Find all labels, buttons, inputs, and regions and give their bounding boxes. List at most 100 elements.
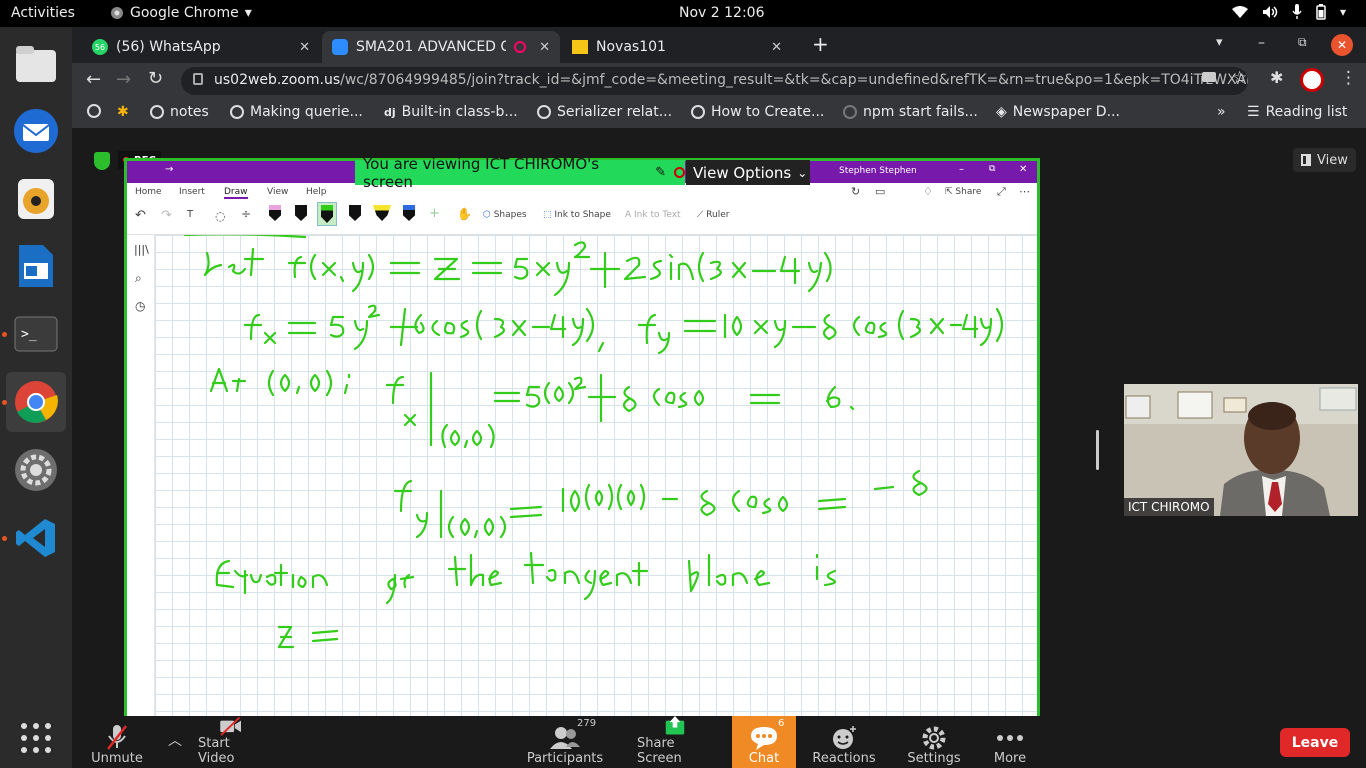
highlighter-yellow-icon[interactable] — [373, 205, 391, 221]
camera-icon[interactable] — [1202, 72, 1216, 82]
ink-to-shape-button[interactable]: ⬚ Ink to Shape — [543, 210, 611, 220]
bookmark-item[interactable]: dj Built-in class-b... — [384, 104, 518, 120]
system-tray[interactable]: ▾ — [1231, 4, 1346, 20]
bookmark-item[interactable]: Making querie... — [230, 104, 363, 120]
pen-black-icon[interactable] — [269, 205, 281, 221]
close-icon[interactable]: ✕ — [771, 40, 782, 55]
bell-icon[interactable]: ♢ — [923, 185, 933, 198]
shapes-button[interactable]: ⬡ Shapes — [483, 210, 527, 220]
minimize-button[interactable]: – — [1258, 35, 1265, 51]
onenote-ribbon: Home Insert Draw View Help ↻ ▭ ♢ ⇱ Share… — [127, 183, 1037, 235]
bookmark-item[interactable] — [87, 104, 101, 118]
terminal-app[interactable]: >_ — [6, 304, 66, 364]
ink-to-text-button[interactable]: A Ink to Text — [625, 210, 681, 220]
menu-view[interactable]: View — [267, 187, 288, 197]
more-bookmarks-icon[interactable]: » — [1217, 104, 1226, 120]
settings-app[interactable] — [6, 440, 66, 500]
pen-green-icon[interactable] — [317, 202, 337, 226]
vscode-app[interactable] — [6, 508, 66, 568]
record-icon[interactable] — [674, 167, 685, 178]
restore-icon[interactable]: ⧉ — [989, 164, 995, 174]
novas-icon — [572, 40, 588, 54]
sync-icon[interactable]: ↻ — [851, 185, 860, 198]
address-bar[interactable]: us02web.zoom.us/wc/87064999485/join?trac… — [181, 67, 1248, 95]
forward-button[interactable]: → — [116, 69, 131, 90]
menu-home[interactable]: Home — [135, 187, 162, 197]
activities-button[interactable]: Activities — [11, 5, 75, 21]
touch-draw-icon[interactable]: ✋ — [457, 207, 472, 221]
tab-whatsapp[interactable]: 56 (56) WhatsApp ✕ — [82, 31, 320, 63]
rhythmbox-app[interactable] — [6, 169, 66, 229]
security-shield-icon[interactable] — [94, 152, 110, 170]
select-icon[interactable]: T — [187, 209, 193, 220]
share-screen-button[interactable]: Share Screen — [637, 716, 713, 768]
bookmark-item[interactable]: ◈ Newspaper D... — [996, 104, 1120, 120]
svg-text:>_: >_ — [21, 327, 37, 342]
pen-blue-icon[interactable] — [403, 205, 415, 221]
close-icon[interactable]: ✕ — [299, 40, 310, 55]
notebooks-icon[interactable]: |||\ — [134, 243, 149, 256]
redo-icon[interactable]: ↷ — [161, 208, 172, 223]
chat-button[interactable]: 6 Chat — [732, 716, 796, 768]
menu-insert[interactable]: Insert — [179, 187, 205, 197]
menu-icon[interactable]: ⋮ — [1340, 68, 1357, 88]
tab-zoom-meeting[interactable]: SMA201 ADVANCED C ✕ — [322, 31, 560, 63]
bookmark-item[interactable]: How to Create... — [691, 104, 824, 120]
more-button[interactable]: More — [988, 716, 1032, 768]
tab-search-icon[interactable]: ▾ — [1216, 35, 1223, 50]
start-video-button[interactable]: Start Video — [198, 716, 264, 768]
page-icon[interactable]: ▭ — [875, 185, 885, 198]
leave-button[interactable]: Leave — [1280, 728, 1350, 757]
reload-button[interactable]: ↻ — [148, 68, 163, 89]
view-button[interactable]: View — [1293, 148, 1356, 172]
clock[interactable]: Nov 2 12:06 — [679, 5, 764, 21]
bookmark-item[interactable]: Serializer relat... — [537, 104, 672, 120]
undo-icon[interactable]: ↶ — [135, 208, 146, 223]
back-button[interactable]: ← — [86, 69, 101, 90]
search-icon[interactable]: ⌕ — [135, 271, 142, 286]
minimize-icon[interactable]: – — [959, 164, 964, 175]
bookmark-item[interactable]: npm start fails... — [843, 104, 978, 120]
close-window-button[interactable]: ✕ — [1331, 34, 1353, 56]
panel-resize-handle[interactable] — [1096, 430, 1099, 470]
files-app[interactable] — [6, 34, 66, 94]
show-applications-button[interactable] — [6, 708, 66, 768]
close-icon[interactable]: ✕ — [1019, 164, 1027, 175]
close-icon[interactable]: ✕ — [539, 40, 550, 55]
pen-black-icon[interactable] — [295, 205, 307, 221]
expand-icon[interactable]: ⤢ — [997, 185, 1006, 199]
restore-button[interactable]: ⧉ — [1298, 35, 1307, 50]
speaker-icon — [18, 179, 54, 219]
bookmark-item[interactable]: notes — [150, 104, 209, 120]
reactions-button[interactable]: Reactions — [812, 716, 876, 768]
annotate-icon[interactable]: ✎ — [655, 165, 666, 180]
writer-app[interactable] — [6, 236, 66, 296]
settings-button[interactable]: Settings — [906, 716, 962, 768]
audio-options-chevron-icon[interactable]: ︿ — [168, 730, 182, 750]
share-button[interactable]: ⇱ Share — [945, 187, 981, 197]
participant-video[interactable]: ICT CHIROMO — [1124, 384, 1358, 516]
participants-button[interactable]: 279 Participants — [527, 716, 603, 768]
app-menu[interactable]: Google Chrome ▾ — [110, 5, 252, 21]
lasso-icon[interactable]: ◌ — [215, 209, 225, 223]
add-pen-icon[interactable]: + — [429, 206, 440, 221]
thunderbird-app[interactable] — [6, 101, 66, 161]
new-tab-button[interactable]: + — [812, 32, 829, 56]
chrome-app[interactable] — [6, 372, 66, 432]
recent-icon[interactable]: ◷ — [135, 299, 145, 313]
menu-draw[interactable]: Draw — [224, 187, 248, 199]
profile-avatar[interactable] — [1300, 68, 1324, 92]
tab-novas101[interactable]: Novas101 ✕ — [562, 31, 792, 63]
bookmark-item[interactable]: ✱ — [117, 104, 129, 120]
pen-black-icon[interactable] — [349, 205, 361, 221]
view-options-button[interactable]: View Options ⌄ — [686, 160, 810, 185]
menu-help[interactable]: Help — [306, 187, 327, 197]
reading-list-button[interactable]: ☰ Reading list — [1247, 104, 1347, 120]
unmute-button[interactable]: Unmute — [91, 716, 143, 768]
ink-canvas[interactable] — [155, 233, 1037, 718]
extensions-icon[interactable]: ✱ — [1270, 68, 1283, 87]
bookmark-star-icon[interactable]: ☆ — [1232, 68, 1247, 88]
more-icon[interactable]: ⋯ — [1019, 185, 1030, 198]
ruler-button[interactable]: ⟋ Ruler — [697, 210, 729, 220]
add-space-icon[interactable]: ÷ — [241, 207, 251, 221]
